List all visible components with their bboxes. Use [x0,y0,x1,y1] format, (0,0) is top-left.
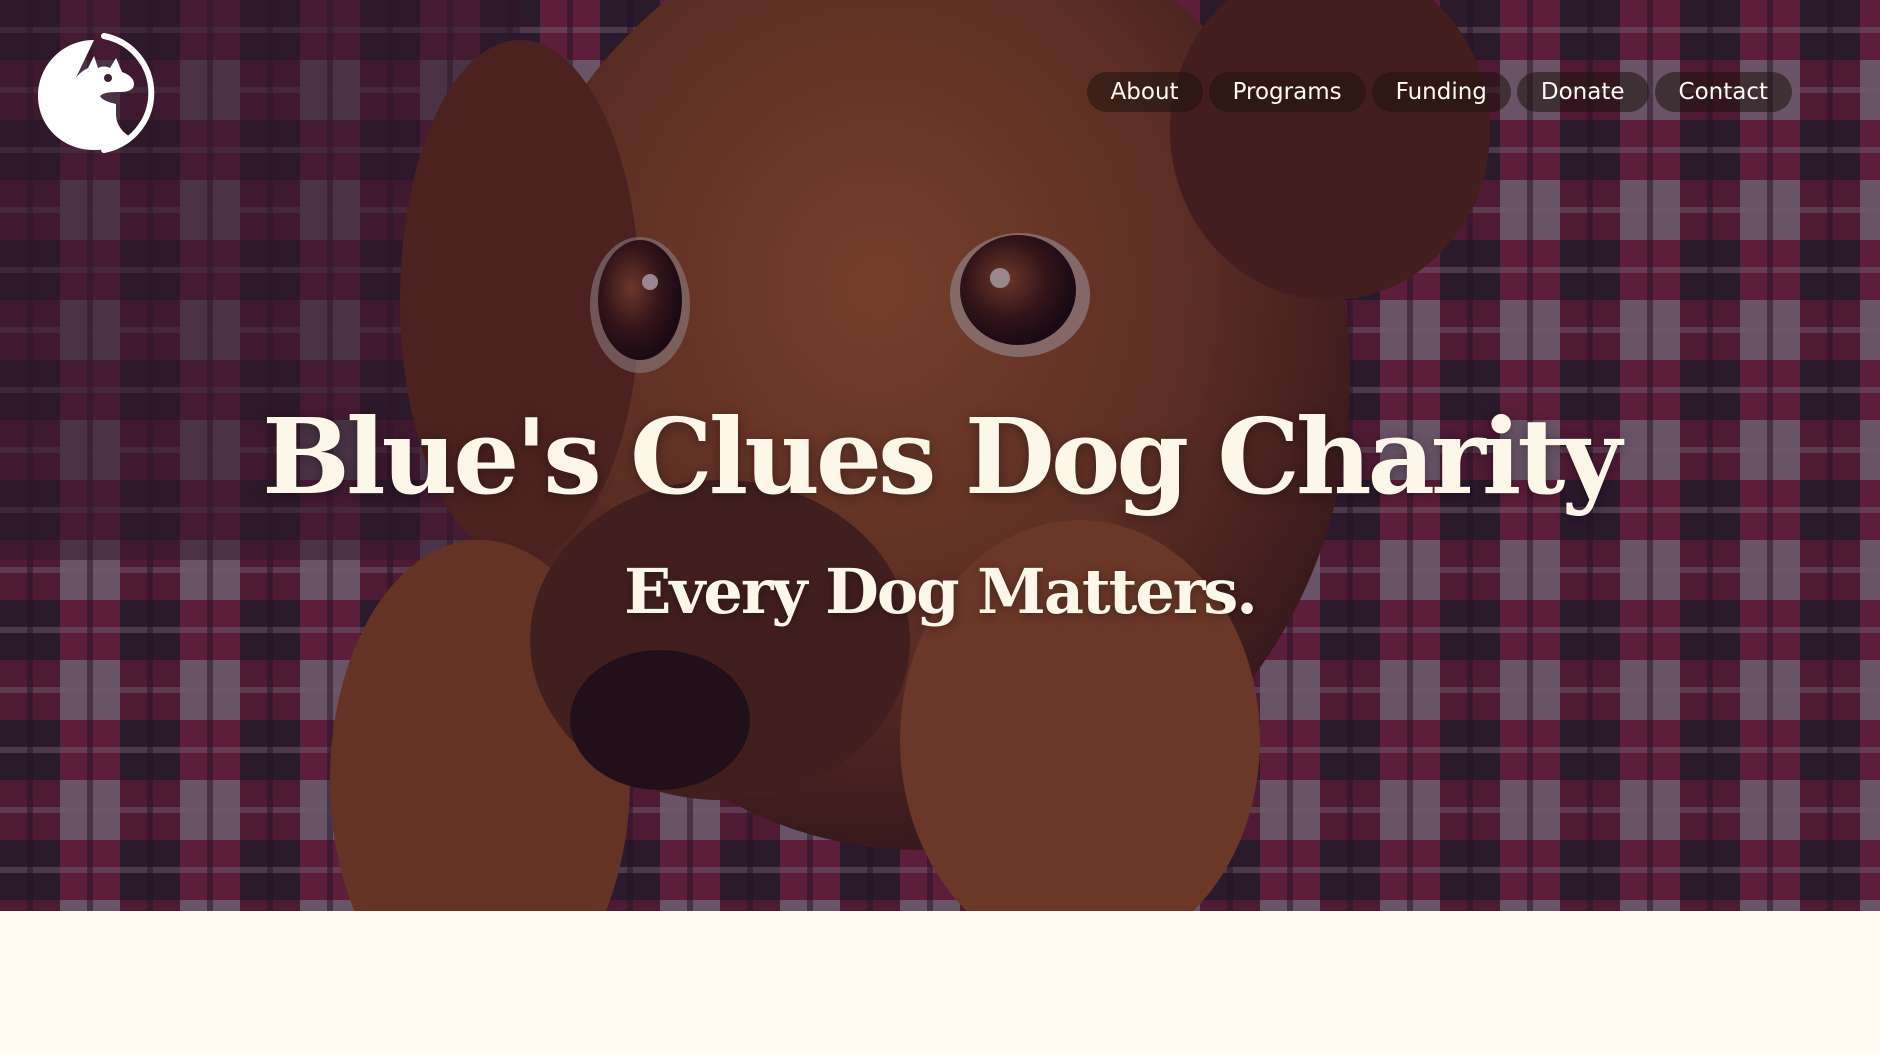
dog-head-logo-icon[interactable] [34,32,162,154]
hero-section: About Programs Funding Donate Contact Bl… [0,0,1880,911]
nav-funding-link[interactable]: Funding [1371,72,1511,112]
nav-contact-link[interactable]: Contact [1654,72,1792,112]
main-nav: About Programs Funding Donate Contact [1086,72,1792,112]
nav-about-link[interactable]: About [1086,72,1203,112]
page-content-area [0,911,1880,1053]
hero-subtitle: Every Dog Matters. [624,555,1258,628]
nav-donate-link[interactable]: Donate [1516,72,1649,112]
hero-title: Blue's Clues Dog Charity [262,395,1622,518]
nav-programs-link[interactable]: Programs [1208,72,1366,112]
